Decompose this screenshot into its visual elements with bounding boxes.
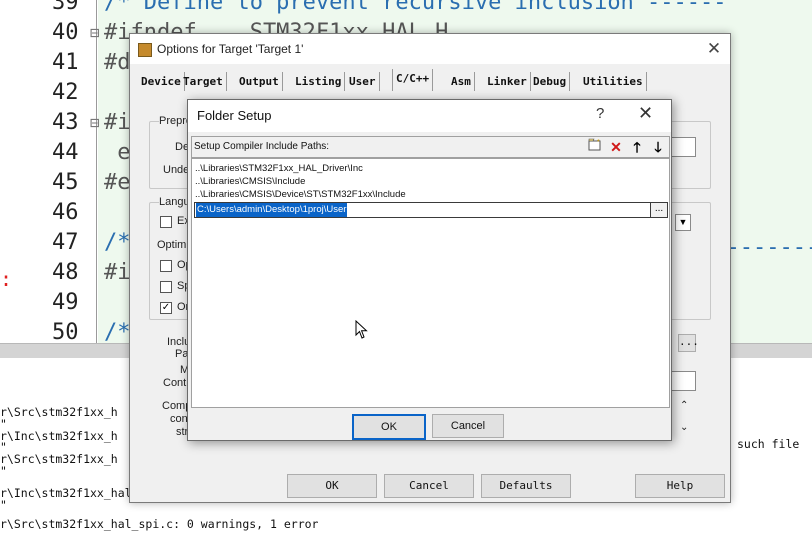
tab-device[interactable]: Device	[138, 72, 185, 91]
output-line: r\Src\stm32f1xx_h	[0, 452, 118, 467]
checkbox[interactable]	[160, 260, 172, 272]
tab-asm[interactable]: Asm	[448, 72, 475, 91]
tab-debug[interactable]: Debug	[530, 72, 571, 91]
close-icon[interactable]: ✕	[638, 103, 653, 124]
list-item[interactable]: ..\Libraries\CMSIS\Device\ST\STM32F1xx\I…	[195, 189, 406, 201]
controls-label: Contr	[163, 377, 190, 389]
misc-controls-field[interactable]	[670, 371, 696, 391]
toolbar-label: Setup Compiler Include Paths:	[194, 141, 330, 152]
checkbox[interactable]	[160, 216, 172, 228]
cancel-button[interactable]: Cancel	[432, 414, 504, 438]
close-icon[interactable]: ✕	[702, 37, 726, 61]
output-line: r\Src\stm32f1xx_hal_spi.c: 0 warnings, 1…	[0, 517, 319, 532]
tab-linker[interactable]: Linker	[484, 72, 531, 91]
tab-output[interactable]: Output	[236, 72, 283, 91]
include-paths-list[interactable]: ..\Libraries\STM32F1xx_HAL_Driver\Inc ..…	[191, 158, 670, 408]
line-number: 50	[52, 320, 79, 343]
control-label: con	[170, 413, 188, 425]
line-number: 45	[52, 170, 79, 195]
tab-target[interactable]: Target	[180, 72, 227, 91]
ok-button[interactable]: OK	[352, 414, 426, 440]
move-up-icon[interactable]: 🡑	[628, 138, 646, 156]
line-number: 46	[52, 200, 79, 225]
code-text: #i	[104, 110, 131, 135]
list-item[interactable]: ..\Libraries\CMSIS\Include	[195, 176, 305, 188]
tab-listing[interactable]: Listing	[292, 72, 346, 91]
line-number: 40	[52, 20, 79, 45]
error-marker: :	[0, 267, 13, 291]
scroll-up-icon[interactable]: ⌃	[680, 400, 688, 411]
fold-toggle-icon[interactable]: ⊟	[90, 18, 100, 48]
code-text: /*	[104, 320, 131, 343]
delete-icon[interactable]: ✕	[607, 138, 625, 156]
fold-toggle-icon[interactable]: ⊟	[90, 108, 100, 138]
undefine-label: Unde	[163, 164, 190, 176]
line-number: 43	[52, 110, 79, 135]
line-number: 42	[52, 80, 79, 105]
chevron-down-icon[interactable]: ▼	[675, 214, 691, 231]
optimization-label: Optimi	[157, 239, 189, 251]
options-titlebar[interactable]: Options for Target 'Target 1' ✕	[130, 34, 730, 64]
tab-c-c-[interactable]: C/C++	[392, 69, 434, 91]
code-text: e	[104, 140, 131, 165]
ok-button[interactable]: OK	[287, 474, 377, 498]
output-line: "	[0, 464, 7, 478]
svg-text:*: *	[597, 139, 600, 146]
output-line: r\Src\stm32f1xx_h	[0, 405, 118, 419]
list-item[interactable]: ..\Libraries\STM32F1xx_HAL_Driver\Inc	[195, 163, 363, 175]
code-text: #e	[104, 170, 131, 195]
browse-button[interactable]: ...	[678, 334, 699, 352]
help-icon[interactable]: ?	[596, 105, 604, 122]
help-button[interactable]: Help	[635, 474, 725, 498]
new-folder-icon[interactable]: *	[586, 138, 604, 156]
path-edit-field[interactable]: C:\Users\admin\Desktop\1proj\User	[196, 203, 348, 217]
defaults-button[interactable]: Defaults	[481, 474, 571, 498]
include-paths-toolbar: Setup Compiler Include Paths: * ✕ 🡑 🡓	[191, 136, 670, 158]
output-line: r\Inc\stm32f1xx_h	[0, 428, 118, 443]
options-title: Options for Target 'Target 1'	[157, 42, 304, 56]
folder-setup-title: Folder Setup	[197, 108, 272, 123]
output-line: "	[0, 497, 7, 512]
line-number: 44	[52, 140, 79, 165]
checkbox[interactable]	[160, 281, 172, 293]
move-down-icon[interactable]: 🡓	[649, 138, 667, 156]
browse-button[interactable]: ...	[650, 203, 667, 217]
code-text: /* Define to prevent recursive inclusion…	[104, 0, 727, 15]
cancel-button[interactable]: Cancel	[384, 474, 474, 498]
folder-setup-dialog: Folder Setup ? ✕ Setup Compiler Include …	[187, 99, 672, 441]
scroll-down-icon[interactable]: ⌄	[680, 422, 688, 433]
folder-setup-titlebar[interactable]: Folder Setup ? ✕	[188, 100, 671, 132]
code-text: #d	[104, 50, 131, 75]
app-icon	[138, 43, 152, 57]
mouse-cursor-icon	[355, 320, 368, 339]
path-edit-row[interactable]: C:\Users\admin\Desktop\1proj\User ...	[194, 202, 668, 218]
tab-user[interactable]: User	[346, 72, 380, 91]
line-number: 39	[52, 0, 79, 15]
define-field[interactable]	[670, 137, 696, 157]
line-number: 41	[52, 50, 79, 75]
group-label: Langu	[159, 196, 190, 208]
line-number: 49	[52, 290, 79, 315]
code-line[interactable]: 39 /* Define to prevent recursive inclusi…	[0, 0, 812, 18]
output-fragment: such file	[737, 437, 800, 451]
tab-utilities[interactable]: Utilities	[580, 72, 647, 91]
checkbox-checked[interactable]: ✓	[160, 302, 172, 314]
